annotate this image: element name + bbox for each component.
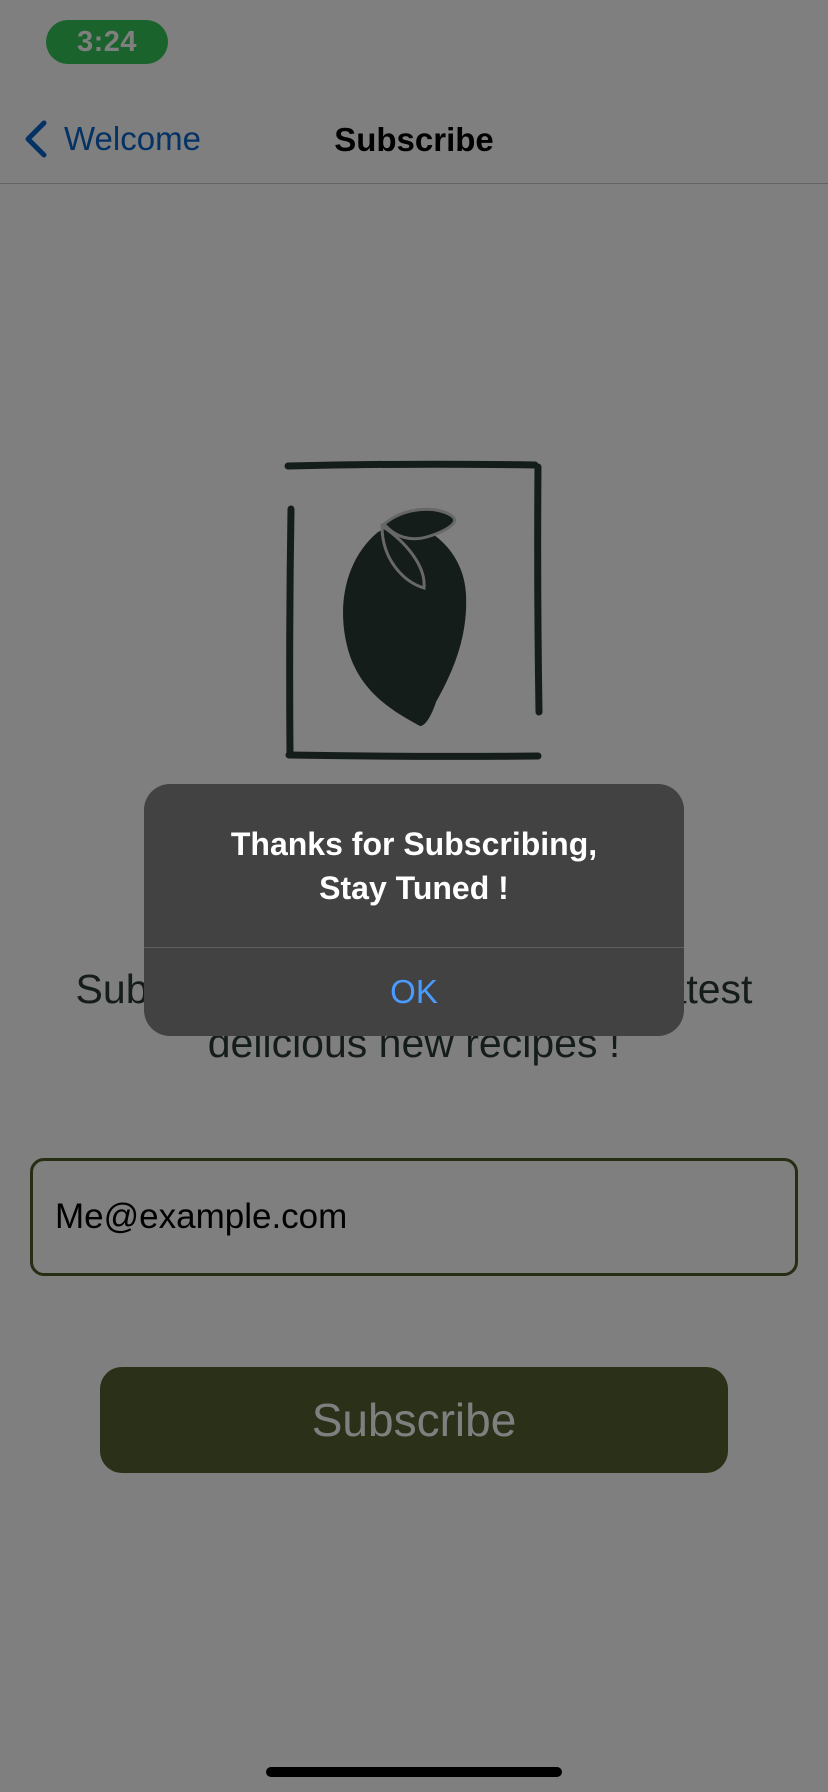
alert-ok-button[interactable]: OK: [144, 948, 684, 1036]
alert-title-line-1: Thanks for Subscribing,: [230, 826, 598, 862]
subscription-alert: Thanks for Subscribing, Stay Tuned ! OK: [144, 784, 684, 1036]
alert-title-line-2: Stay Tuned !: [319, 870, 509, 906]
alert-title: Thanks for Subscribing, Stay Tuned !: [164, 822, 664, 910]
